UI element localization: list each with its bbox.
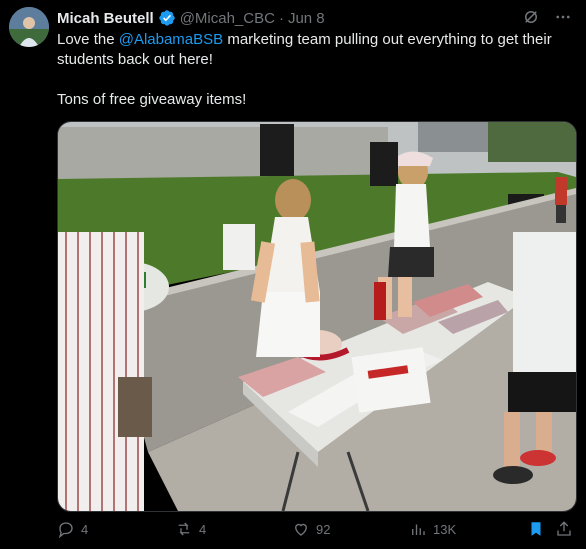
tweet-header: Micah Beutell @Micah_CBC · Jun 8 [57, 8, 325, 28]
like-button[interactable]: 92 [292, 520, 330, 538]
action-bar: 4 4 92 13K [57, 520, 577, 544]
bookmark-button[interactable] [527, 520, 545, 538]
photo-scene [58, 122, 576, 511]
mention-link[interactable]: @AlabamaBSB [119, 31, 223, 48]
views-count: 13K [433, 521, 457, 537]
author-name[interactable]: Micah Beutell [57, 10, 154, 27]
tweet-paragraph-2: Tons of free giveaway items! [57, 91, 247, 108]
reply-count: 4 [81, 521, 89, 537]
tweet: Micah Beutell @Micah_CBC · Jun 8 Love th… [0, 0, 586, 549]
repost-icon [178, 522, 190, 536]
text-segment: Love the [57, 31, 119, 48]
share-icon [557, 521, 571, 536]
repost-button[interactable]: 4 [175, 520, 206, 538]
author-handle[interactable]: @Micah_CBC [180, 10, 275, 27]
share-button[interactable] [555, 520, 573, 538]
verified-badge-icon [158, 9, 176, 27]
top-actions [522, 8, 572, 31]
avatar[interactable] [9, 7, 49, 47]
views-icon [412, 524, 425, 535]
tweet-photo[interactable] [57, 121, 577, 512]
reply-button[interactable]: 4 [57, 520, 88, 538]
views-button[interactable]: 13K [409, 520, 456, 538]
post-date[interactable]: Jun 8 [288, 10, 325, 27]
repost-count: 4 [199, 521, 207, 537]
like-count: 92 [316, 521, 331, 537]
like-icon [295, 523, 307, 536]
more-icon[interactable] [554, 8, 572, 31]
tweet-paragraph-1: Love the @AlabamaBSB marketing team pull… [57, 30, 572, 70]
bookmark-icon [531, 522, 541, 536]
grok-icon[interactable] [522, 8, 540, 31]
separator: · [278, 9, 284, 27]
reply-icon [58, 522, 73, 538]
tweet-text: Love the @AlabamaBSB marketing team pull… [57, 30, 572, 110]
